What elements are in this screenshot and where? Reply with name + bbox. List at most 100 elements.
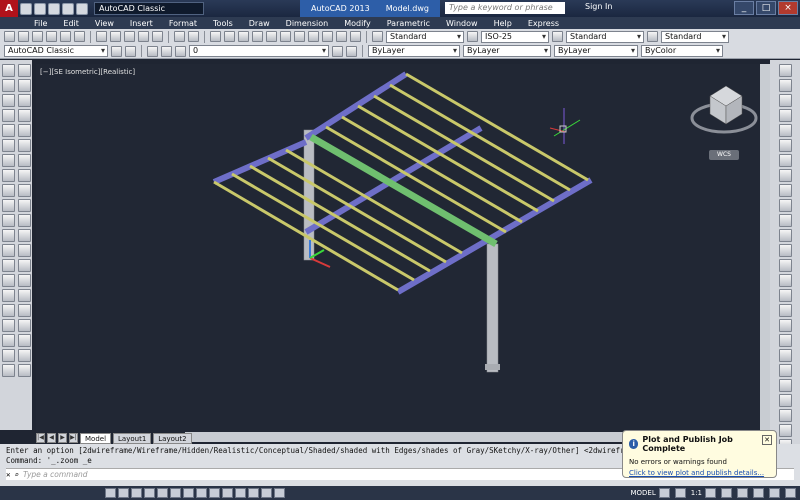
add-selected-icon[interactable] (2, 349, 15, 362)
command-search-icon[interactable]: ⌕ (15, 470, 20, 479)
lightbulb-icon[interactable] (161, 46, 172, 57)
workspace-toolbar-select[interactable]: AutoCAD Classic (4, 45, 108, 57)
color-select[interactable]: ByLayer (368, 45, 460, 57)
sign-in-link[interactable]: Sign In (585, 2, 612, 11)
plot-preview-icon[interactable] (60, 31, 71, 42)
dimension-linear-icon[interactable] (779, 64, 792, 77)
quick-view-drawings-icon[interactable] (675, 488, 686, 498)
viewcube-icon[interactable] (692, 86, 756, 132)
quick-dimension-icon[interactable] (779, 184, 792, 197)
dimension-radius-icon[interactable] (779, 124, 792, 137)
offset-icon[interactable] (18, 109, 31, 122)
dimension-diameter-icon[interactable] (779, 154, 792, 167)
region-icon[interactable] (2, 304, 15, 317)
cut-icon[interactable] (96, 31, 107, 42)
table-style-icon[interactable] (552, 31, 563, 42)
undo-icon[interactable] (174, 31, 185, 42)
lock-ui-icon[interactable] (125, 46, 136, 57)
prev-tab-arrow-icon[interactable]: ◀ (47, 433, 56, 443)
drawing-viewport[interactable]: [−][SE Isometric][Realistic] (36, 64, 768, 432)
plotstyle-select[interactable]: ByColor (641, 45, 723, 57)
material-icon[interactable] (18, 334, 31, 347)
render-icon[interactable] (18, 319, 31, 332)
layer-previous-icon[interactable] (346, 46, 357, 57)
break-icon[interactable] (18, 229, 31, 242)
dimension-aligned-icon[interactable] (779, 79, 792, 92)
measure-icon[interactable] (2, 364, 15, 377)
close-icon[interactable]: ✕ (762, 435, 772, 445)
copy-icon[interactable] (110, 31, 121, 42)
markup-icon[interactable] (322, 31, 333, 42)
extend-icon[interactable] (18, 214, 31, 227)
redo-icon[interactable] (76, 3, 88, 15)
annotation-visibility-icon[interactable] (705, 488, 716, 498)
insert-block-icon[interactable] (2, 229, 15, 242)
selection-cycling-icon[interactable] (274, 488, 285, 498)
menu-insert[interactable]: Insert (130, 19, 153, 28)
sun-icon[interactable] (175, 46, 186, 57)
trim-icon[interactable] (18, 199, 31, 212)
command-close-icon[interactable]: ✕ (6, 470, 11, 479)
dynamic-input-icon[interactable] (222, 488, 233, 498)
polygon-icon[interactable] (2, 109, 15, 122)
menu-draw[interactable]: Draw (249, 19, 270, 28)
ellipse-icon[interactable] (2, 199, 15, 212)
help-icon[interactable] (350, 31, 361, 42)
minimize-button[interactable]: _ (734, 1, 754, 15)
dimension-space-icon[interactable] (779, 229, 792, 242)
zoom-previous-icon[interactable] (252, 31, 263, 42)
open-icon[interactable] (18, 31, 29, 42)
search-input[interactable]: Type a keyword or phrase (445, 2, 565, 14)
visual-style-hidden-icon[interactable] (779, 424, 792, 437)
menu-parametric[interactable]: Parametric (387, 19, 430, 28)
tab-layout2[interactable]: Layout2 (153, 433, 191, 444)
object-snap-tracking-icon[interactable] (196, 488, 207, 498)
clean-screen-icon[interactable] (785, 488, 796, 498)
light-icon[interactable] (18, 349, 31, 362)
rectangle-icon[interactable] (2, 124, 15, 137)
copy-object-icon[interactable] (18, 79, 31, 92)
grid-display-icon[interactable] (131, 488, 142, 498)
zoom-realtime-icon[interactable] (224, 31, 235, 42)
first-tab-arrow-icon[interactable]: |◀ (36, 433, 45, 443)
arc-icon[interactable] (2, 139, 15, 152)
dimension-edit-icon[interactable] (779, 319, 792, 332)
tool-palettes-icon[interactable] (294, 31, 305, 42)
inspection-icon[interactable] (779, 289, 792, 302)
explode-icon[interactable] (18, 304, 31, 317)
menu-dimension[interactable]: Dimension (286, 19, 329, 28)
continuous-orbit-icon[interactable] (779, 394, 792, 407)
dimension-baseline-icon[interactable] (779, 199, 792, 212)
chamfer-icon[interactable] (18, 259, 31, 272)
menu-format[interactable]: Format (169, 19, 197, 28)
infer-constraints-icon[interactable] (105, 488, 116, 498)
quick-view-layouts-icon[interactable] (659, 488, 670, 498)
toolbar-lock-icon[interactable] (737, 488, 748, 498)
menu-help[interactable]: Help (494, 19, 512, 28)
tab-layout1[interactable]: Layout1 (113, 433, 151, 444)
close-button[interactable]: × (778, 1, 798, 15)
polyline-icon[interactable] (2, 94, 15, 107)
menu-express[interactable]: Express (528, 19, 559, 28)
blend-icon[interactable] (18, 289, 31, 302)
dimension-jogged-icon[interactable] (779, 139, 792, 152)
multileader-style-select[interactable]: Standard (661, 31, 729, 43)
make-block-icon[interactable] (2, 244, 15, 257)
last-tab-arrow-icon[interactable]: ▶| (69, 433, 78, 443)
text-style-select[interactable]: Standard (386, 31, 464, 43)
table-style-select[interactable]: Standard (566, 31, 644, 43)
paste-icon[interactable] (124, 31, 135, 42)
dynamic-ucs-icon[interactable] (209, 488, 220, 498)
sheet-set-icon[interactable] (308, 31, 319, 42)
menu-view[interactable]: View (95, 19, 114, 28)
lineweight-select[interactable]: ByLayer (554, 45, 638, 57)
orbit-icon[interactable] (779, 364, 792, 377)
dim-style-select[interactable]: ISO-25 (481, 31, 549, 43)
wcs-menu[interactable]: WCS (709, 150, 739, 160)
menu-edit[interactable]: Edit (63, 19, 79, 28)
dimension-angular-icon[interactable] (779, 169, 792, 182)
design-center-icon[interactable] (280, 31, 291, 42)
lineweight-icon[interactable] (235, 488, 246, 498)
stretch-icon[interactable] (18, 184, 31, 197)
plot-icon[interactable] (46, 31, 57, 42)
